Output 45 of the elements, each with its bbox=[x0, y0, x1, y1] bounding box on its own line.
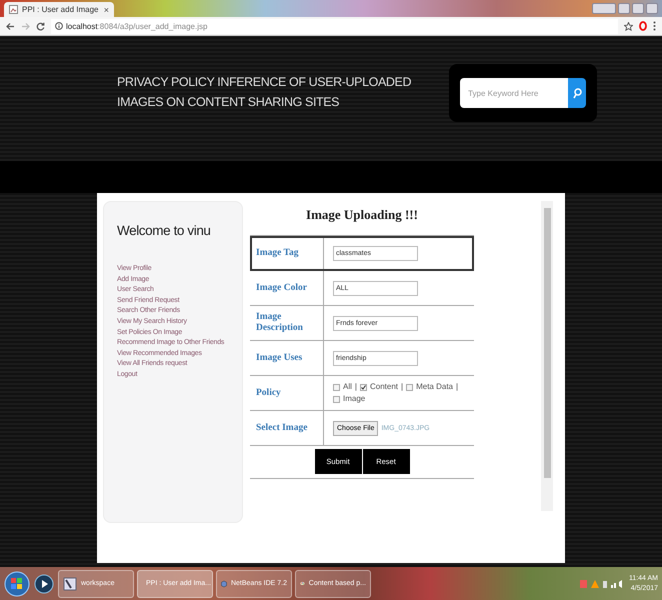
maximize-button[interactable] bbox=[632, 3, 644, 14]
form-title: Image Uploading !!! bbox=[305, 206, 419, 224]
close-button[interactable] bbox=[646, 3, 658, 14]
checkbox-label[interactable]: Content bbox=[370, 381, 398, 393]
scroll-thumb[interactable] bbox=[544, 208, 550, 478]
reload-icon[interactable] bbox=[36, 22, 45, 30]
field-label: Select Image bbox=[250, 411, 324, 445]
tab-close-button[interactable]: × bbox=[104, 4, 109, 14]
checkbox-label[interactable]: All bbox=[343, 381, 352, 393]
field-label: Image Color bbox=[250, 271, 324, 305]
search-button[interactable] bbox=[568, 78, 586, 108]
search-icon bbox=[572, 88, 582, 98]
scrollbar[interactable] bbox=[541, 201, 553, 511]
browser-tab[interactable]: PPI : User add Image × bbox=[4, 2, 114, 17]
separator-text: | bbox=[354, 381, 357, 393]
opera-icon[interactable] bbox=[639, 21, 647, 31]
checkbox[interactable] bbox=[406, 384, 414, 390]
url-text: localhost:8084/a3p/user_add_image.jsp bbox=[66, 22, 208, 30]
checkbox-label[interactable]: Meta Data bbox=[416, 381, 453, 393]
page-icon bbox=[9, 5, 18, 14]
info-icon bbox=[55, 22, 63, 30]
field-label: Policy bbox=[250, 376, 324, 410]
checkbox-label[interactable]: Image bbox=[343, 393, 366, 405]
folder-icon bbox=[63, 576, 77, 592]
profile-button[interactable] bbox=[592, 3, 616, 14]
checkbox[interactable] bbox=[333, 384, 340, 390]
field-label: Image Tag bbox=[250, 236, 324, 270]
media-player-icon[interactable] bbox=[33, 572, 55, 594]
start-button[interactable] bbox=[4, 570, 30, 596]
site-title: PRIVACY POLICY INFERENCE OF USER-UPLOADED IMAGES ON CONTENT SHARING SITES bbox=[117, 74, 412, 111]
checkbox[interactable] bbox=[333, 396, 340, 402]
field-label: Image Description bbox=[250, 306, 324, 340]
tray-icons bbox=[580, 578, 624, 588]
field-label: Image Uses bbox=[250, 341, 324, 375]
back-icon[interactable] bbox=[6, 22, 15, 30]
separator-text: | bbox=[401, 381, 404, 393]
tab-title: PPI : User add Image bbox=[22, 5, 100, 14]
forward-icon[interactable] bbox=[21, 22, 30, 30]
welcome-heading: Welcome to vinu bbox=[117, 223, 212, 238]
menu-icon[interactable] bbox=[653, 21, 656, 31]
checkbox[interactable] bbox=[360, 384, 367, 390]
address-field[interactable]: localhost:8084/a3p/user_add_image.jsp bbox=[51, 18, 618, 34]
star-icon[interactable] bbox=[624, 22, 633, 30]
separator-text: | bbox=[456, 381, 458, 393]
minimize-button[interactable] bbox=[618, 3, 630, 14]
